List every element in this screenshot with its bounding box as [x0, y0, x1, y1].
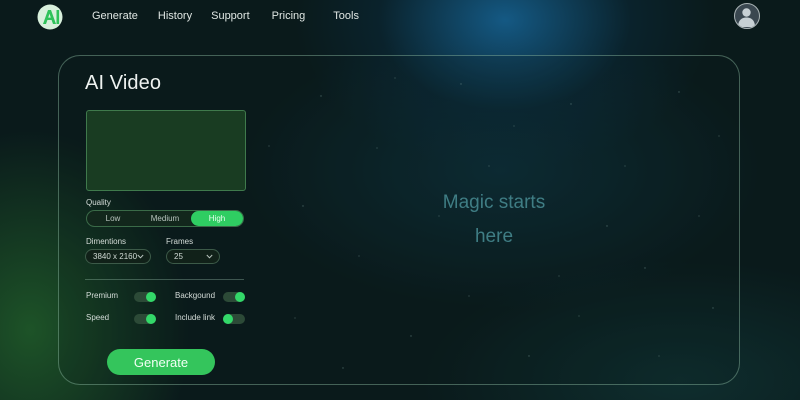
nav-pricing[interactable]: Pricing [272, 10, 306, 22]
premium-toggle[interactable] [134, 292, 156, 302]
toggle-label-include-link: Include link [175, 313, 216, 322]
user-avatar-icon [738, 8, 755, 27]
output-placeholder: Magic starts here [414, 186, 574, 254]
toggle-label-background: Backgound [175, 291, 216, 300]
toggle-knob [146, 292, 156, 302]
background-toggle[interactable] [223, 292, 245, 302]
toggle-knob [146, 314, 156, 324]
video-preview-area [86, 110, 246, 191]
frames-label: Frames [166, 237, 194, 246]
speed-toggle[interactable] [134, 314, 156, 324]
section-divider [85, 279, 244, 280]
nav-history[interactable]: History [158, 10, 192, 22]
chevron-down-icon [206, 254, 213, 259]
nav-support[interactable]: Support [211, 10, 250, 22]
dimensions-select[interactable]: 3840 x 2160 [85, 249, 151, 264]
chevron-down-icon [137, 254, 144, 259]
top-nav: Generate History Support Pricing Tools [92, 9, 359, 23]
generate-button[interactable]: Generate [107, 349, 215, 375]
include-link-toggle[interactable] [223, 314, 245, 324]
frames-value: 25 [174, 252, 183, 261]
user-avatar[interactable] [734, 3, 760, 29]
frames-select[interactable]: 25 [166, 249, 220, 264]
output-placeholder-line-1: Magic starts [442, 192, 546, 213]
output-placeholder-line-2: here [474, 226, 514, 247]
page-title: AI Video [85, 72, 162, 94]
nav-generate[interactable]: Generate [92, 10, 138, 22]
quality-option-low[interactable]: Low [87, 211, 139, 226]
generator-card: AI Video Quality Low Medium High Dimenti… [58, 55, 740, 385]
nav-tools[interactable]: Tools [333, 10, 359, 22]
quality-option-high[interactable]: High [191, 211, 243, 226]
app-logo[interactable] [37, 4, 63, 30]
dimensions-label: Dimentions [86, 237, 127, 246]
quality-selector: Low Medium High [86, 210, 244, 227]
quality-label: Quality [86, 198, 111, 207]
toggle-knob [235, 292, 245, 302]
ai-logo-icon [37, 4, 63, 30]
dimensions-value: 3840 x 2160 [93, 252, 138, 261]
toggle-label-premium: Premium [86, 291, 119, 300]
quality-option-medium[interactable]: Medium [139, 211, 191, 226]
toggle-label-speed: Speed [86, 313, 110, 322]
toggle-knob [223, 314, 233, 324]
